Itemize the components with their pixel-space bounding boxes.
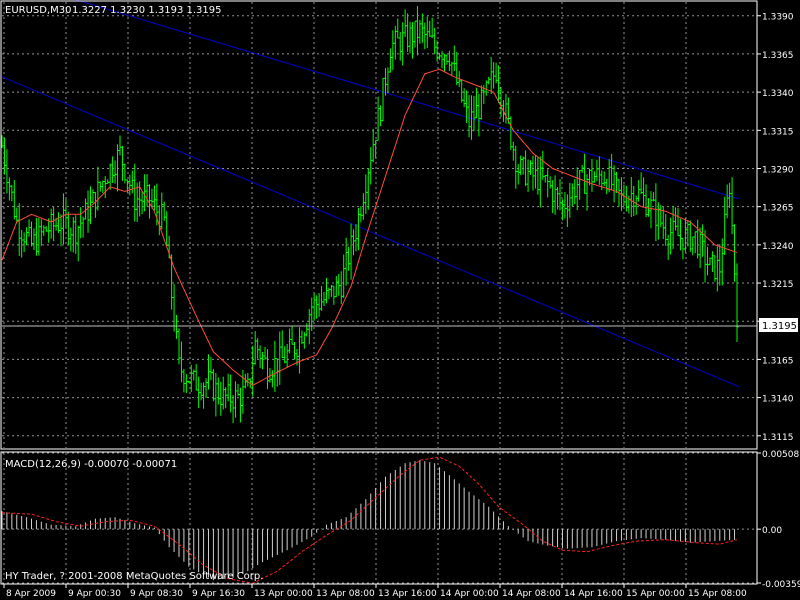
price-tick-label: 1.3390 <box>762 13 794 23</box>
time-tick-label: 13 Apr 08:00 <box>316 589 375 599</box>
channel-line <box>1 76 740 388</box>
macd-axis: 0.00508 0.00 -0.00359 <box>757 450 800 590</box>
price-tick-label: 1.3315 <box>762 127 794 137</box>
price-tick-label: 1.3340 <box>762 89 794 99</box>
price-tick-label: 1.3365 <box>762 51 794 61</box>
copyright-text: HY Trader, ? 2001-2008 MetaQuotes Softwa… <box>5 571 263 582</box>
time-tick-label: 15 Apr 00:00 <box>626 589 685 599</box>
regression-channel[interactable] <box>1 0 740 388</box>
price-grid <box>2 2 757 448</box>
current-price-label: 1.3195 <box>762 321 797 332</box>
macd-signal-line <box>1 456 738 584</box>
time-axis: 8 Apr 2009 9 Apr 00:30 9 Apr 08:30 9 Apr 16… <box>3 584 747 599</box>
trading-chart-window: 1.3390 1.3365 1.3340 1.3315 1.3290 1.3265 1.32… <box>0 0 800 600</box>
time-tick-label: 14 Apr 16:00 <box>564 589 623 599</box>
macd-tick-label: -0.00359 <box>762 580 800 590</box>
price-tick-label: 1.3115 <box>762 433 794 443</box>
macd-tick-label: 0.00508 <box>762 450 799 460</box>
price-tick-label: 1.3140 <box>762 395 794 405</box>
time-tick-label: 13 Apr 00:00 <box>254 589 313 599</box>
macd-histogram <box>1 460 736 581</box>
price-tick-label: 1.3215 <box>762 280 794 290</box>
macd-label: MACD(12,26,9) -0.00070 -0.00071 <box>5 459 177 470</box>
time-tick-label: 9 Apr 00:30 <box>68 589 121 599</box>
time-tick-label: 13 Apr 16:00 <box>378 589 437 599</box>
price-axis: 1.3390 1.3365 1.3340 1.3315 1.3290 1.3265 1.32… <box>757 13 794 443</box>
time-tick-label: 15 Apr 08:00 <box>688 589 747 599</box>
price-tick-label: 1.3265 <box>762 204 794 214</box>
symbol-label: EURUSD,M30 <box>5 5 71 16</box>
time-tick-label: 14 Apr 08:00 <box>502 589 561 599</box>
price-tick-label: 1.3165 <box>762 356 794 366</box>
price-tick-label: 1.3290 <box>762 165 794 175</box>
time-tick-label: 14 Apr 00:00 <box>440 589 499 599</box>
macd-tick-label: 0.00 <box>762 526 782 536</box>
time-tick-label: 8 Apr 2009 <box>6 589 56 599</box>
ohlc-label: 1.3227 1.3230 1.3193 1.3195 <box>72 5 222 16</box>
price-bars <box>0 6 739 424</box>
macd-panel-frame <box>0 451 758 585</box>
chart-canvas[interactable]: 1.3390 1.3365 1.3340 1.3315 1.3290 1.3265 1.32… <box>0 0 800 600</box>
price-panel-frame <box>0 0 758 450</box>
time-tick-label: 9 Apr 08:30 <box>130 589 183 599</box>
moving-average-line <box>1 68 738 386</box>
time-tick-label: 9 Apr 16:30 <box>192 589 245 599</box>
price-tick-label: 1.3240 <box>762 242 794 252</box>
